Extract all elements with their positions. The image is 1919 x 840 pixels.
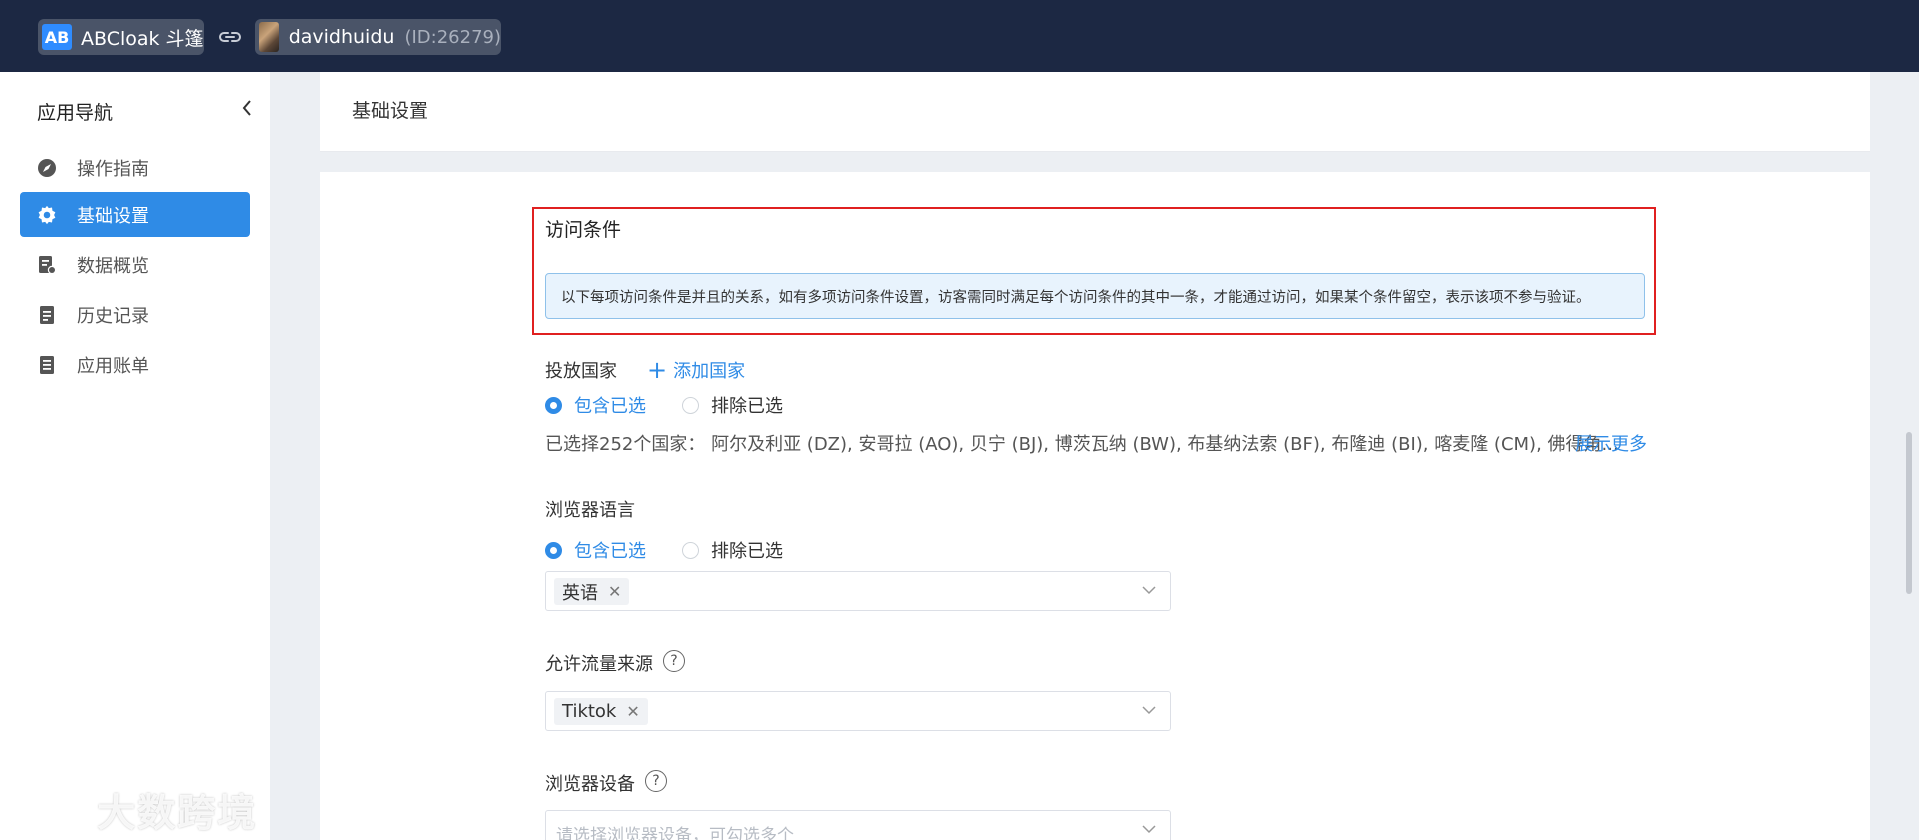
sidebar-item-billing[interactable]: 应用账单 xyxy=(20,342,250,387)
info-banner: 以下每项访问条件是并且的关系，如有多项访问条件设置，访客需同时满足每个访问条件的… xyxy=(545,273,1645,319)
watermark-logo-icon xyxy=(14,801,68,830)
sidebar-item-label: 操作指南 xyxy=(77,158,149,180)
tag-label: 英语 xyxy=(562,582,598,604)
selected-tag: Tiktok ✕ xyxy=(554,698,648,725)
user-name: davidhuidu xyxy=(288,26,395,48)
radio-label: 排除已选 xyxy=(711,541,783,562)
sidebar-item-label: 历史记录 xyxy=(77,305,149,327)
country-exclude-radio[interactable]: 排除已选 xyxy=(682,392,783,418)
chevron-down-icon xyxy=(1142,586,1156,595)
app-switcher[interactable]: AB ABCloak 斗篷 xyxy=(38,19,204,55)
help-circle-icon[interactable]: ? xyxy=(663,650,685,672)
chevron-down-icon xyxy=(1142,825,1156,834)
sidebar-item-basic-settings[interactable]: 基础设置 xyxy=(20,192,250,237)
selected-tag: 英语 ✕ xyxy=(554,578,630,605)
language-include-radio[interactable]: 包含已选 xyxy=(545,537,646,563)
browser-language-select[interactable]: 英语 ✕ xyxy=(545,571,1171,611)
top-bar: AB ABCloak 斗篷 davidhuidu (ID:26279) xyxy=(0,0,1919,72)
watermark-text: 大数跨境 xyxy=(97,791,258,835)
help-circle-icon[interactable]: ? xyxy=(645,770,667,792)
page-scrollbar[interactable] xyxy=(1906,432,1912,594)
country-include-radio[interactable]: 包含已选 xyxy=(545,392,646,418)
traffic-source-label: 允许流量来源 xyxy=(545,654,653,675)
selected-countries-summary: 已选择252个国家： 阿尔及利亚 (DZ), 安哥拉 (AO), 贝宁 (BJ)… xyxy=(545,434,1619,455)
info-banner-text: 以下每项访问条件是并且的关系，如有多项访问条件设置，访客需同时满足每个访问条件的… xyxy=(561,289,1591,306)
browser-device-label: 浏览器设备 xyxy=(545,774,635,795)
radio-checked-icon xyxy=(545,541,562,559)
watermark: 大数跨境 xyxy=(12,782,257,837)
app-logo: AB xyxy=(42,24,72,50)
traffic-source-select[interactable]: Tiktok ✕ xyxy=(545,691,1171,731)
country-label: 投放国家 xyxy=(545,361,617,382)
language-exclude-radio[interactable]: 排除已选 xyxy=(682,537,783,563)
sidebar: 应用导航 操作指南 基础设置 数据概览 历史记录 应用账单 大数跨境 xyxy=(0,72,270,840)
sidebar-item-history[interactable]: 历史记录 xyxy=(20,292,250,337)
page-title: 基础设置 xyxy=(352,100,429,122)
sidebar-title: 应用导航 xyxy=(37,102,114,124)
radio-label: 排除已选 xyxy=(711,396,783,417)
access-conditions-title: 访问条件 xyxy=(545,219,622,241)
chevron-down-icon xyxy=(1142,706,1156,715)
navigation-icon xyxy=(37,158,57,178)
gear-icon xyxy=(37,205,57,225)
sidebar-item-guide[interactable]: 操作指南 xyxy=(20,145,250,190)
show-more-link[interactable]: 展示更多 xyxy=(1575,430,1647,456)
history-document-icon xyxy=(37,305,57,325)
radio-label: 包含已选 xyxy=(574,541,646,562)
sidebar-item-label: 基础设置 xyxy=(77,205,149,227)
sidebar-item-label: 数据概览 xyxy=(77,255,149,277)
user-id: (ID:26279) xyxy=(404,26,501,48)
select-placeholder: 请选择浏览器设备，可勾选多个 xyxy=(556,826,794,840)
browser-device-select[interactable]: 请选择浏览器设备，可勾选多个 xyxy=(545,810,1171,840)
browser-language-label: 浏览器语言 xyxy=(545,500,635,521)
add-country-label: 添加国家 xyxy=(673,361,746,382)
close-icon[interactable]: ✕ xyxy=(626,702,639,721)
sidebar-item-label: 应用账单 xyxy=(77,355,149,377)
chevron-left-icon[interactable] xyxy=(240,96,254,120)
bill-document-icon xyxy=(37,355,57,375)
radio-unchecked-icon xyxy=(682,396,699,414)
link-icon xyxy=(219,32,241,42)
app-name: ABCloak 斗篷 xyxy=(81,27,204,50)
plus-icon: + xyxy=(647,356,668,384)
data-report-icon xyxy=(37,255,57,275)
radio-label: 包含已选 xyxy=(574,396,646,417)
radio-checked-icon xyxy=(545,396,562,414)
sidebar-item-data-overview[interactable]: 数据概览 xyxy=(20,242,250,287)
user-account-chip[interactable]: davidhuidu (ID:26279) xyxy=(255,19,501,55)
radio-unchecked-icon xyxy=(682,541,699,559)
panel-header: 基础设置 xyxy=(320,72,1870,152)
add-country-button[interactable]: + 添加国家 xyxy=(647,357,745,383)
tag-label: Tiktok xyxy=(562,701,617,722)
close-icon[interactable]: ✕ xyxy=(608,582,621,601)
avatar xyxy=(259,22,279,52)
